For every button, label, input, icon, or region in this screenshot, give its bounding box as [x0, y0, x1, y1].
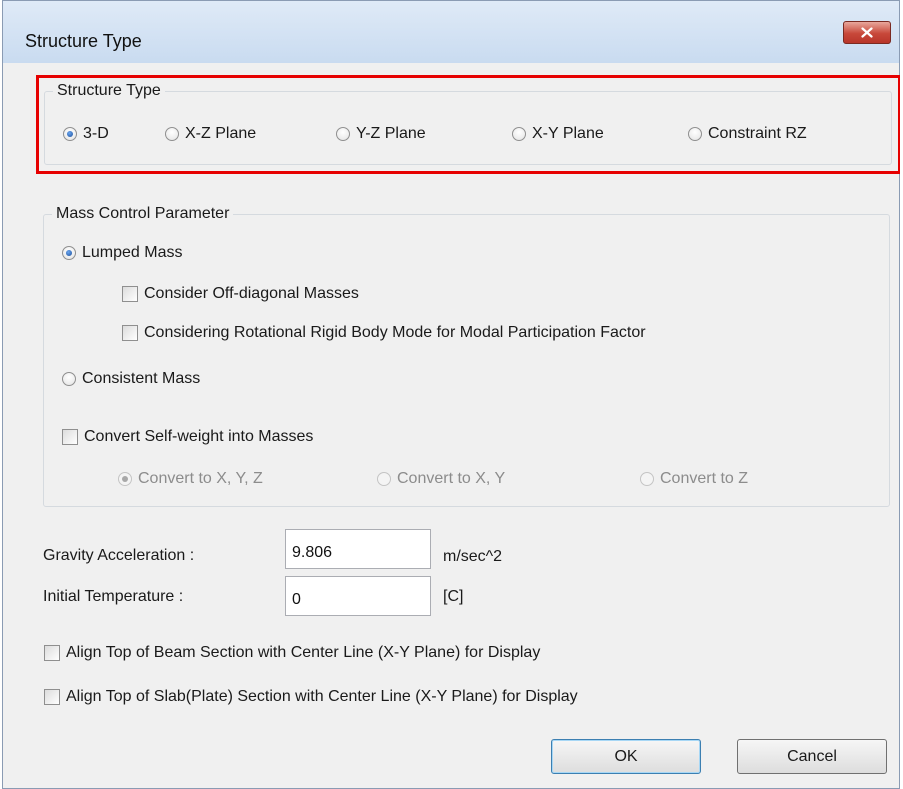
close-icon — [861, 27, 873, 38]
title-bar: Structure Type — [3, 1, 899, 63]
gravity-label: Gravity Acceleration : — [43, 547, 195, 564]
radio-convert-xy-label: Convert to X, Y — [397, 470, 506, 487]
gravity-input[interactable] — [285, 529, 431, 569]
radio-yz-plane-indicator[interactable] — [336, 127, 350, 141]
temperature-input[interactable] — [285, 576, 431, 616]
checkbox-convert-self-weight[interactable]: Convert Self-weight into Masses — [62, 427, 313, 447]
radio-3d[interactable]: 3-D — [63, 124, 109, 144]
radio-3d-indicator[interactable] — [63, 127, 77, 141]
radio-yz-plane-label: Y-Z Plane — [356, 125, 426, 142]
temperature-label: Initial Temperature : — [43, 588, 184, 605]
checkbox-align-slab-box[interactable] — [44, 689, 60, 705]
radio-convert-z[interactable]: Convert to Z — [640, 469, 748, 489]
radio-yz-plane[interactable]: Y-Z Plane — [336, 124, 426, 144]
checkbox-align-beam-label: Align Top of Beam Section with Center Li… — [66, 644, 541, 661]
checkbox-rotational-rigid[interactable]: Considering Rotational Rigid Body Mode f… — [122, 323, 646, 343]
dialog-body: Structure Type 3-D X-Z Plane Y-Z Plane X… — [11, 63, 901, 788]
radio-convert-z-label: Convert to Z — [660, 470, 749, 487]
checkbox-off-diagonal-label: Consider Off-diagonal Masses — [144, 285, 359, 302]
ok-button[interactable]: OK — [551, 739, 701, 774]
radio-xy-plane-label: X-Y Plane — [532, 125, 604, 142]
checkbox-convert-self-weight-box[interactable] — [62, 429, 78, 445]
radio-xz-plane-indicator[interactable] — [165, 127, 179, 141]
radio-lumped-mass-indicator[interactable] — [62, 246, 76, 260]
mass-control-group-title: Mass Control Parameter — [52, 204, 234, 224]
close-button[interactable] — [843, 21, 891, 44]
checkbox-align-beam-box[interactable] — [44, 645, 60, 661]
radio-lumped-mass-label: Lumped Mass — [82, 244, 183, 261]
radio-consistent-mass-indicator[interactable] — [62, 372, 76, 386]
radio-convert-z-indicator[interactable] — [640, 472, 654, 486]
dialog-title: Structure Type — [25, 31, 142, 51]
radio-convert-xyz-indicator[interactable] — [118, 472, 132, 486]
radio-convert-xy-indicator[interactable] — [377, 472, 391, 486]
radio-convert-xyz-label: Convert to X, Y, Z — [138, 470, 263, 487]
checkbox-convert-self-weight-label: Convert Self-weight into Masses — [84, 428, 314, 445]
checkbox-rotational-rigid-box[interactable] — [122, 325, 138, 341]
checkbox-off-diagonal-box[interactable] — [122, 286, 138, 302]
checkbox-align-slab-label: Align Top of Slab(Plate) Section with Ce… — [66, 688, 578, 705]
cancel-button[interactable]: Cancel — [737, 739, 887, 774]
radio-convert-xy[interactable]: Convert to X, Y — [377, 469, 505, 489]
radio-constraint-rz-indicator[interactable] — [688, 127, 702, 141]
radio-xy-plane-indicator[interactable] — [512, 127, 526, 141]
radio-constraint-rz[interactable]: Constraint RZ — [688, 124, 807, 144]
radio-3d-label: 3-D — [83, 125, 109, 142]
radio-convert-xyz[interactable]: Convert to X, Y, Z — [118, 469, 263, 489]
checkbox-off-diagonal[interactable]: Consider Off-diagonal Masses — [122, 284, 359, 304]
radio-lumped-mass[interactable]: Lumped Mass — [62, 243, 183, 263]
radio-constraint-rz-label: Constraint RZ — [708, 125, 807, 142]
checkbox-align-beam[interactable]: Align Top of Beam Section with Center Li… — [44, 643, 540, 663]
structure-type-dialog: Structure Type Structure Type 3-D X-Z Pl… — [2, 0, 901, 789]
radio-consistent-mass-label: Consistent Mass — [82, 370, 201, 387]
radio-xy-plane[interactable]: X-Y Plane — [512, 124, 604, 144]
radio-consistent-mass[interactable]: Consistent Mass — [62, 369, 200, 389]
checkbox-align-slab[interactable]: Align Top of Slab(Plate) Section with Ce… — [44, 687, 578, 707]
gravity-unit: m/sec^2 — [443, 548, 503, 565]
radio-xz-plane[interactable]: X-Z Plane — [165, 124, 256, 144]
temperature-unit: [C] — [443, 588, 464, 605]
checkbox-rotational-rigid-label: Considering Rotational Rigid Body Mode f… — [144, 324, 646, 341]
radio-xz-plane-label: X-Z Plane — [185, 125, 257, 142]
